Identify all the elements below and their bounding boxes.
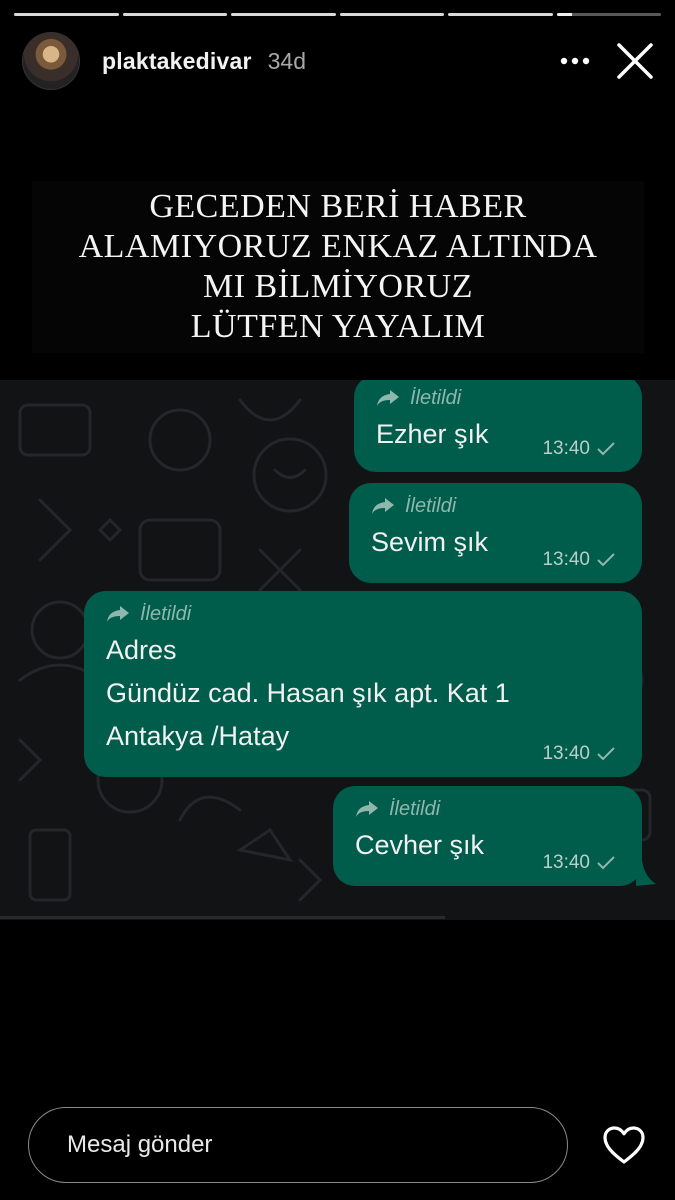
story-progress-bars: [14, 13, 661, 17]
forwarded-label: İletildi: [376, 383, 620, 413]
more-options-button[interactable]: [555, 41, 595, 81]
message-time: 13:40: [542, 743, 590, 764]
message-text-line: Gündüz cad. Hasan şık apt. Kat 1: [106, 678, 510, 708]
progress-segment: [14, 13, 119, 16]
chat-screenshot: İletildi Ezher şık 13:40 İletildi Sevim …: [0, 380, 675, 920]
check-icon: [597, 553, 615, 567]
forwarded-label: İletildi: [355, 794, 620, 824]
avatar[interactable]: [22, 32, 80, 90]
message-bubble[interactable]: İletildi Ezher şık 13:40: [354, 380, 642, 472]
forward-arrow-icon: [372, 498, 394, 514]
forward-arrow-icon: [377, 390, 399, 406]
message-meta: 13:40: [542, 549, 616, 571]
check-icon: [597, 747, 615, 761]
progress-segment: [122, 13, 227, 16]
forwarded-label: İletildi: [106, 599, 620, 629]
forward-arrow-icon: [356, 801, 378, 817]
check-icon: [597, 856, 615, 870]
close-icon: [617, 43, 653, 79]
forwarded-text: İletildi: [389, 797, 441, 820]
send-message-placeholder: Mesaj gönder: [67, 1131, 213, 1158]
banner-line: MI BİLMİYORUZ: [203, 268, 473, 305]
progress-segment: [448, 13, 553, 16]
forwarded-text: İletildi: [410, 386, 462, 409]
message-time: 13:40: [542, 852, 590, 873]
story-content: GECEDEN BERİ HABER ALAMIYORUZ ENKAZ ALTI…: [0, 165, 675, 925]
story-header: plaktakedivar 34d: [22, 32, 659, 90]
like-button[interactable]: [602, 1123, 646, 1167]
progress-fill: [556, 13, 573, 16]
heart-outline-icon: [603, 1126, 645, 1164]
banner-line: GECEDEN BERİ HABER: [149, 188, 527, 225]
progress-segment-current: [556, 13, 661, 16]
message-bubble[interactable]: İletildi Cevher şık 13:40: [333, 786, 642, 886]
forwarded-text: İletildi: [140, 602, 192, 625]
message-meta: 13:40: [542, 852, 616, 874]
story-footer: Mesaj gönder: [28, 1105, 648, 1185]
divider: [0, 916, 445, 919]
username[interactable]: plaktakedivar: [102, 48, 252, 75]
story-timestamp: 34d: [267, 47, 307, 74]
message-meta: 13:40: [542, 743, 616, 765]
message-text-line: Adres: [106, 635, 177, 665]
forwarded-label: İletildi: [371, 491, 620, 521]
progress-segment: [231, 13, 336, 16]
message-bubble[interactable]: İletildi Sevim şık 13:40: [349, 483, 642, 583]
more-horizontal-icon: [560, 57, 590, 65]
banner-line: LÜTFEN YAYALIM: [190, 308, 486, 345]
forward-arrow-icon: [107, 606, 129, 622]
progress-segment: [339, 13, 444, 16]
send-message-input[interactable]: Mesaj gönder: [28, 1107, 568, 1183]
close-button[interactable]: [611, 37, 659, 85]
forwarded-text: İletildi: [405, 494, 457, 517]
banner-text: GECEDEN BERİ HABER ALAMIYORUZ ENKAZ ALTI…: [79, 187, 598, 347]
banner-line: ALAMIYORUZ ENKAZ ALTINDA: [78, 228, 598, 265]
check-icon: [597, 442, 615, 456]
message-bubble[interactable]: İletildi Adres Gündüz cad. Hasan şık apt…: [84, 591, 642, 777]
bubble-tail: [636, 860, 656, 886]
message-meta: 13:40: [542, 438, 616, 460]
message-time: 13:40: [542, 438, 590, 459]
message-time: 13:40: [542, 549, 590, 570]
story-banner: GECEDEN BERİ HABER ALAMIYORUZ ENKAZ ALTI…: [32, 181, 644, 353]
